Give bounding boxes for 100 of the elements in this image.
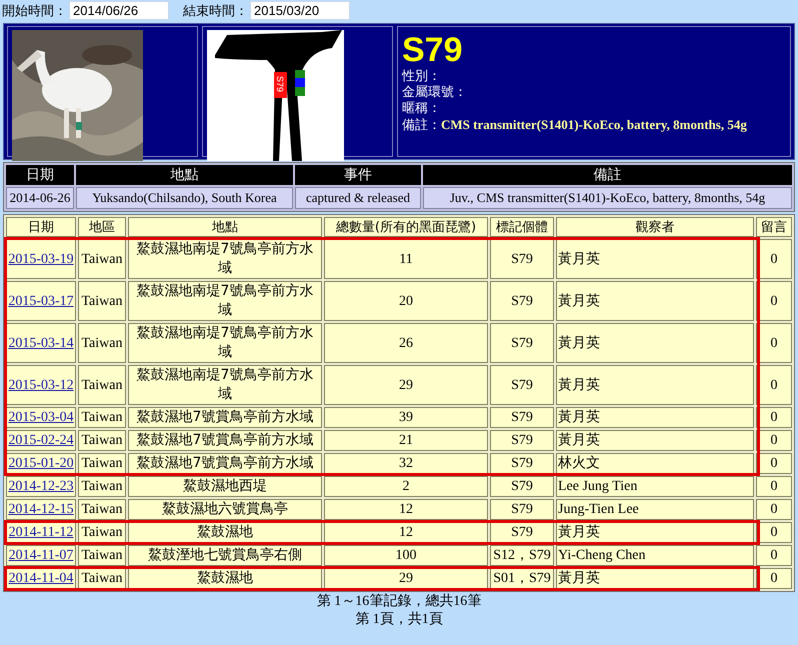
- table-cell: Jung-Tien Lee: [556, 499, 754, 520]
- column-header: 總數量(所有的黑面琵鷺): [324, 217, 488, 237]
- table-cell: S01，S79: [490, 568, 554, 589]
- table-cell: Taiwan: [78, 281, 126, 321]
- table-cell: Lee Jung Tien: [556, 476, 754, 497]
- table-cell: S79: [490, 365, 554, 405]
- table-cell: Taiwan: [78, 522, 126, 543]
- table-cell: S12，S79: [490, 545, 554, 566]
- table-cell: Taiwan: [78, 568, 126, 589]
- table-cell: S79: [490, 407, 554, 428]
- bird-code: S79: [402, 31, 464, 69]
- column-header: 備註: [423, 165, 792, 185]
- column-header: 日期: [6, 165, 74, 185]
- table-cell: 11: [324, 239, 488, 279]
- table-cell: 鰲鼓溼地七號賞鳥亭右側: [128, 545, 322, 566]
- table-cell: 0: [756, 430, 792, 451]
- record-summary: 第 1～16筆記錄，總共16筆: [316, 593, 482, 611]
- table-cell: 黃月英: [556, 239, 754, 279]
- table-cell: Yi-Cheng Chen: [556, 545, 754, 566]
- field-value: CMS transmitter(S1401)-KoEco, battery, 8months, 54g: [441, 117, 747, 132]
- table-cell: 鰲鼓濕地7號賞鳥亭前方水域: [128, 407, 322, 428]
- date-link[interactable]: 2014-11-07: [8, 548, 74, 563]
- table-cell: 黃月英: [556, 365, 754, 405]
- table-cell: 0: [756, 499, 792, 520]
- table-cell: S79: [490, 323, 554, 363]
- date-link[interactable]: 2015-03-17: [8, 294, 74, 308]
- table-cell: 鰲鼓濕地南堤7號鳥亭前方水域: [128, 239, 322, 279]
- table-cell: S79: [490, 499, 554, 520]
- date-link[interactable]: 2015-03-14: [8, 336, 74, 350]
- column-header: 日期: [6, 217, 76, 237]
- table-cell: S79: [490, 522, 554, 543]
- column-header: 地點: [76, 165, 293, 185]
- table-cell: 0: [756, 453, 792, 474]
- table-cell: 鰲鼓濕地7號賞鳥亭前方水域: [128, 430, 322, 451]
- date-link[interactable]: 2014-11-04: [8, 571, 74, 586]
- table-cell: 100: [324, 545, 488, 566]
- table-cell: 黃月英: [556, 522, 754, 543]
- field-label: 性別：: [402, 69, 441, 84]
- filter-label: 開始時間：: [1, 2, 68, 20]
- date-link[interactable]: 2014-11-12: [8, 525, 74, 540]
- table-cell: 32: [324, 453, 488, 474]
- table-cell: 黃月英: [556, 323, 754, 363]
- table-cell: 林火文: [556, 453, 754, 474]
- table-cell: 0: [756, 365, 792, 405]
- column-header: 觀察者: [556, 217, 754, 237]
- table-cell: 21: [324, 430, 488, 451]
- table-cell: 0: [756, 545, 792, 566]
- table-cell: Taiwan: [78, 545, 126, 566]
- table-cell: 2: [324, 476, 488, 497]
- table-cell: 鰲鼓濕地西堤: [128, 476, 322, 497]
- table-cell: Juv., CMS transmitter(S1401)-KoEco, battery, 8months, 54g: [423, 187, 792, 209]
- table-cell: 黃月英: [556, 568, 754, 589]
- table-cell: 鰲鼓濕地六號賞鳥亭: [128, 499, 322, 520]
- table-cell: 29: [324, 365, 488, 405]
- date-link[interactable]: 2014-12-23: [8, 479, 74, 494]
- date-link[interactable]: 2014-12-15: [8, 502, 74, 517]
- table-cell: 黃月英: [556, 281, 754, 321]
- band-tag: S79: [274, 72, 287, 98]
- table-cell: Taiwan: [78, 499, 126, 520]
- table-cell: Yuksando(Chilsando), South Korea: [76, 187, 293, 209]
- table-cell: Taiwan: [78, 239, 126, 279]
- table-cell: 黃月英: [556, 430, 754, 451]
- column-header: 事件: [295, 165, 421, 185]
- date-field[interactable]: 2014/06/26: [69, 1, 169, 20]
- date-link[interactable]: 2015-02-24: [8, 433, 74, 448]
- field-label: 備註：: [402, 118, 441, 133]
- column-header: 地點: [128, 217, 322, 237]
- table-cell: 0: [756, 281, 792, 321]
- date-field[interactable]: 2015/03/20: [250, 1, 350, 20]
- date-link[interactable]: 2015-01-20: [8, 456, 74, 471]
- table-cell: 0: [756, 568, 792, 589]
- table-cell: S79: [490, 476, 554, 497]
- field-label: 金屬環號：: [402, 85, 467, 100]
- table-cell: S79: [490, 239, 554, 279]
- table-cell: 鰲鼓濕地南堤7號鳥亭前方水域: [128, 323, 322, 363]
- date-link[interactable]: 2015-03-12: [8, 378, 74, 392]
- table-cell: 鰲鼓濕地7號賞鳥亭前方水域: [128, 453, 322, 474]
- table-cell: 黃月英: [556, 407, 754, 428]
- table-cell: Taiwan: [78, 453, 126, 474]
- table-cell: captured & released: [295, 187, 421, 209]
- table-cell: 29: [324, 568, 488, 589]
- table-cell: 12: [324, 499, 488, 520]
- table-cell: 20: [324, 281, 488, 321]
- column-header: 留言: [756, 217, 792, 237]
- table-cell: 26: [324, 323, 488, 363]
- table-cell: S79: [490, 281, 554, 321]
- table-cell: Taiwan: [78, 365, 126, 405]
- record-summary: 第 1頁，共1頁: [355, 611, 443, 629]
- table-cell: Taiwan: [78, 430, 126, 451]
- table-cell: 0: [756, 323, 792, 363]
- table-cell: 0: [756, 522, 792, 543]
- table-cell: 0: [756, 407, 792, 428]
- table-cell: 0: [756, 476, 792, 497]
- table-cell: Taiwan: [78, 476, 126, 497]
- table-cell: S79: [490, 430, 554, 451]
- date-link[interactable]: 2015-03-04: [8, 410, 74, 425]
- date-link[interactable]: 2015-03-19: [8, 252, 74, 266]
- table-cell: 鰲鼓濕地: [128, 522, 322, 543]
- table-cell: 鰲鼓濕地: [128, 568, 322, 589]
- table-cell: 12: [324, 522, 488, 543]
